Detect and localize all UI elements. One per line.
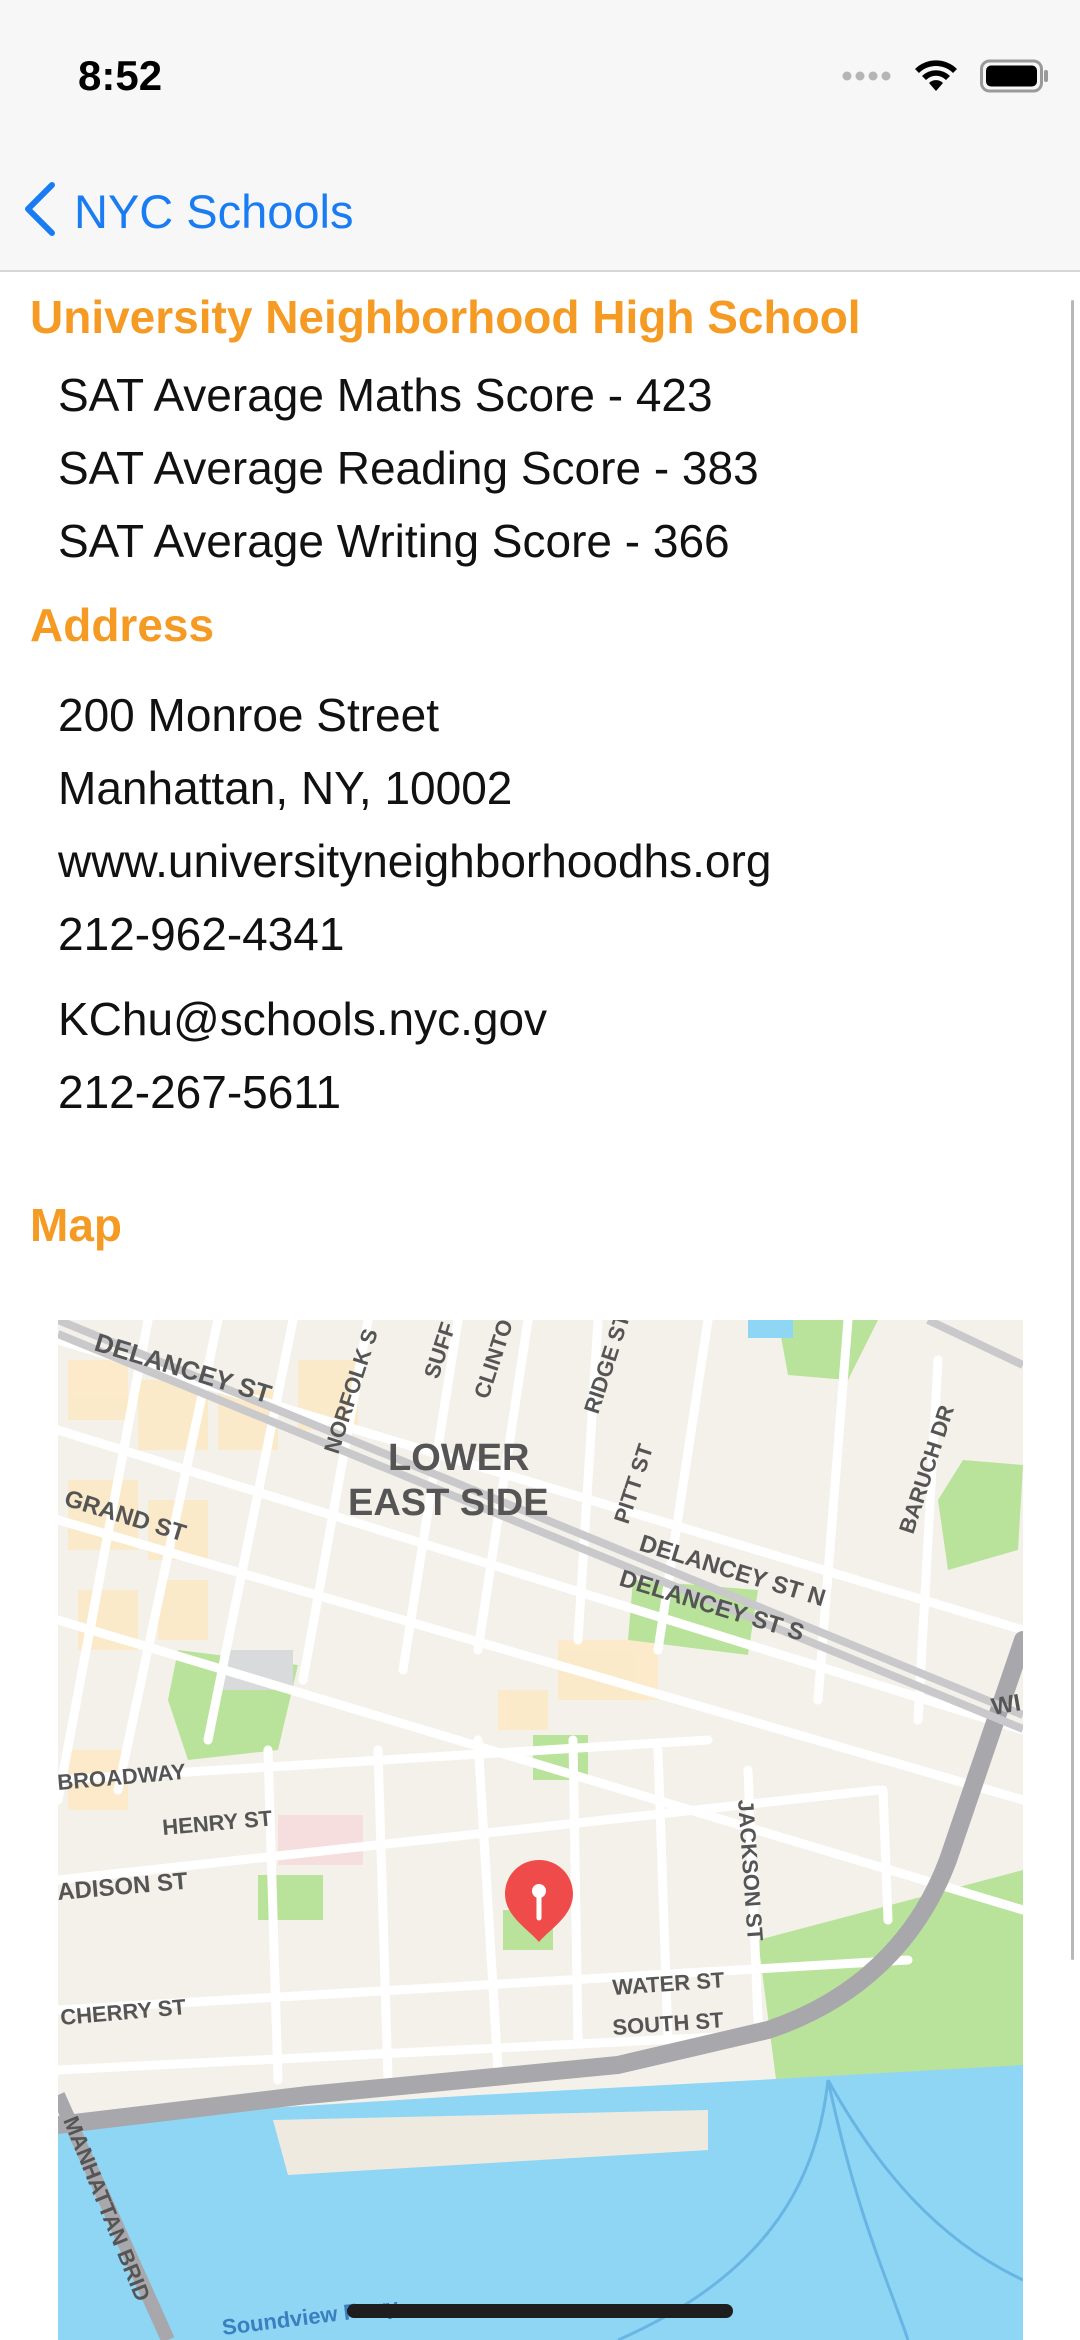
address-street: 200 Monroe Street (58, 689, 440, 741)
map-label-edge: WI (989, 1689, 1023, 1721)
back-button-label: NYC Schools (74, 184, 354, 238)
map-section-title: Map (30, 1199, 122, 1251)
map-label-lower: LOWER (388, 1437, 529, 1479)
sat-math-score: SAT Average Maths Score - 423 (58, 369, 713, 421)
school-location-map[interactable]: DELANCEY ST NORFOLK S SUFF CLINTO RIDGE … (58, 1320, 1023, 2340)
school-name-title: University Neighborhood High School (30, 291, 861, 343)
status-time: 8:52 (78, 52, 163, 99)
back-button[interactable]: NYC Schools (22, 176, 354, 246)
signal-dots-icon (842, 69, 892, 87)
wifi-icon (914, 59, 958, 98)
home-indicator[interactable] (347, 2304, 733, 2318)
status-icons (842, 58, 1050, 98)
sat-writing-score: SAT Average Writing Score - 366 (58, 515, 730, 567)
address-city-line: Manhattan, NY, 10002 (58, 762, 513, 814)
address-section-title: Address (30, 599, 215, 651)
school-phone[interactable]: 212-962-4341 (58, 907, 344, 961)
school-email[interactable]: KChu@schools.nyc.gov (58, 992, 547, 1046)
school-website[interactable]: www.universityneighborhoodhs.org (58, 834, 771, 888)
school-fax[interactable]: 212-267-5611 (58, 1065, 341, 1119)
map-label-east-side: EAST SIDE (348, 1482, 549, 1524)
chevron-left-icon (22, 181, 58, 242)
scroll-indicator[interactable] (1071, 300, 1074, 1960)
school-detail-content[interactable]: University Neighborhood High School SAT … (0, 272, 1080, 2340)
battery-icon (980, 59, 1050, 98)
sat-reading-score: SAT Average Reading Score - 383 (58, 442, 759, 494)
navigation-bar: NYC Schools (0, 150, 1080, 272)
status-bar: 8:52 (0, 0, 1080, 150)
